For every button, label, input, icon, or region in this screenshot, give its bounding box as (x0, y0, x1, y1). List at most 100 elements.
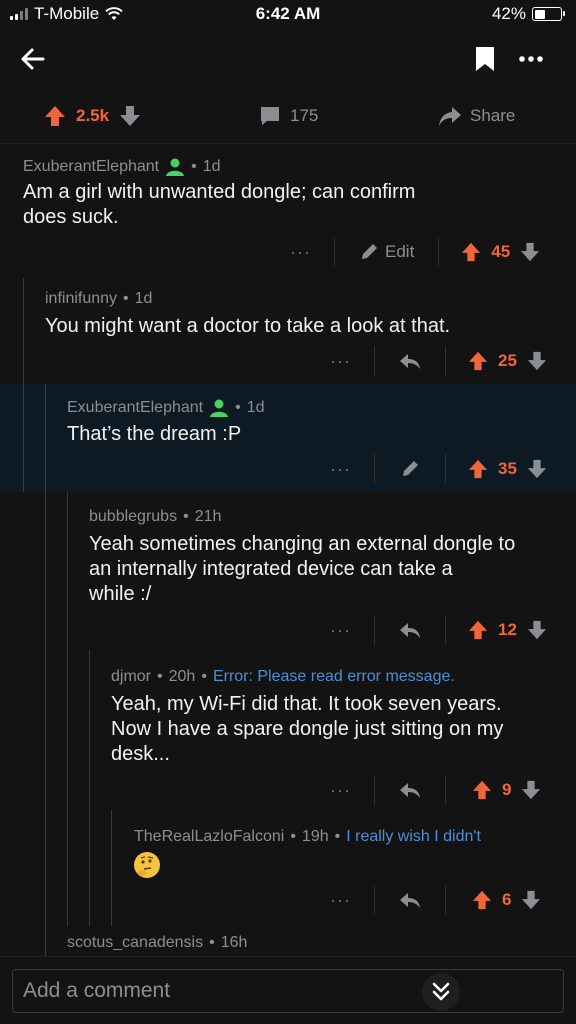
comment-score: 12 (498, 620, 517, 639)
op-user-icon (210, 399, 229, 417)
upvote-icon[interactable] (468, 619, 488, 641)
upvote-icon[interactable] (461, 241, 481, 263)
thread-line (45, 810, 46, 926)
comment-time: 16h (220, 934, 248, 951)
edit-label: Edit (385, 242, 415, 261)
comment-body: Yeah, my Wi-Fi did that. It took seven y… (111, 693, 504, 765)
downvote-icon[interactable] (527, 350, 547, 372)
battery-percent: 42% (491, 4, 526, 23)
upvote-icon[interactable] (468, 458, 488, 480)
share-label: Share (470, 106, 516, 125)
reply-icon[interactable] (399, 351, 421, 371)
more-options-button[interactable]: ··· (330, 890, 360, 911)
thread-line (45, 650, 46, 810)
comment-author[interactable]: scotus_canadensis (67, 934, 203, 952)
more-options-button[interactable]: ··· (290, 242, 320, 263)
battery-fill (534, 9, 545, 19)
thread-line (67, 650, 68, 810)
comment-score: 6 (502, 890, 512, 909)
comment-actions: ··· 35 (330, 454, 547, 484)
downvote-icon[interactable] (521, 889, 541, 911)
downvote-icon[interactable] (520, 241, 540, 263)
comment-meta: infinifunny • 1d (45, 290, 153, 308)
comment: bubblegrubs • 21h Yeah sometimes changin… (0, 492, 576, 650)
comment-body: Yeah sometimes changing an external dong… (89, 533, 516, 605)
post-score: 2.5k (76, 106, 110, 125)
arrow-left-icon[interactable] (16, 42, 50, 76)
comment-time: 19h (301, 828, 329, 845)
comment: djmor • 20h • Error: Please read error m… (0, 650, 576, 810)
more-options-button[interactable]: ··· (330, 780, 360, 801)
reply-icon[interactable] (399, 780, 421, 800)
comment: infinifunny • 1d You might want a doctor… (0, 278, 576, 384)
comment-score: 35 (498, 459, 517, 478)
comment-score: 25 (498, 351, 517, 370)
share-button[interactable]: Share (438, 104, 515, 128)
thread-line (45, 492, 46, 650)
comment-actions: ··· 12 (330, 615, 547, 645)
comment-author[interactable]: djmor (111, 668, 151, 686)
comment-time: 1d (134, 290, 153, 307)
comment-author[interactable]: ExuberantElephant (23, 158, 159, 176)
comment: TheRealLazloFalconi • 19h • I really wis… (0, 810, 576, 926)
comment-author[interactable]: TheRealLazloFalconi (134, 828, 284, 846)
comment-body: You might want a doctor to take a look a… (45, 315, 451, 337)
comment-meta: ExuberantElephant • 1d (67, 399, 265, 417)
comment-meta: bubblegrubs • 21h (89, 508, 222, 526)
comment-author[interactable]: ExuberantElephant (67, 399, 203, 417)
more-options-button[interactable]: ··· (330, 620, 360, 641)
thread-line (23, 384, 24, 492)
thread-line (67, 810, 68, 926)
top-nav (0, 30, 576, 86)
comment-actions: ··· 9 (330, 775, 541, 805)
upvote-icon[interactable] (44, 104, 66, 128)
share-icon (439, 107, 461, 126)
comment-composer (0, 956, 576, 1024)
comments-count-button[interactable]: 175 (258, 104, 318, 128)
bookmark-icon[interactable] (472, 44, 498, 74)
upvote-icon[interactable] (468, 350, 488, 372)
pencil-icon[interactable] (399, 459, 421, 479)
downvote-icon[interactable] (527, 458, 547, 480)
status-bar: T-Mobile 6:42 AM 42% (0, 0, 576, 30)
more-horizontal-icon[interactable] (516, 44, 546, 74)
comment-actions: ··· 6 (330, 885, 541, 915)
comment-meta: ExuberantElephant • 1d (23, 158, 221, 176)
more-options-button[interactable]: ··· (330, 351, 360, 372)
downvote-icon[interactable] (119, 104, 141, 128)
user-flair: Error: Please read error message. (212, 668, 455, 685)
clock: 6:42 AM (255, 4, 321, 23)
comment-time: 20h (168, 668, 196, 685)
comment-score: 45 (491, 242, 511, 261)
post-action-bar: 2.5k 175 Share (0, 92, 576, 144)
thread-line (23, 278, 24, 384)
thread-line (89, 810, 90, 926)
comment-author[interactable]: bubblegrubs (89, 508, 177, 526)
downvote-icon[interactable] (527, 619, 547, 641)
comment-author[interactable]: infinifunny (45, 290, 117, 308)
reply-icon[interactable] (399, 890, 421, 910)
comment-meta: TheRealLazloFalconi • 19h • I really wis… (134, 828, 481, 846)
chevrons-down-icon[interactable] (422, 973, 460, 1011)
comment-body: Am a girl with unwanted dongle; can conf… (23, 181, 416, 228)
downvote-icon[interactable] (521, 779, 541, 801)
upvote-icon[interactable] (472, 779, 492, 801)
comment: scotus_canadensis • 16h (0, 926, 576, 956)
thread-line (67, 492, 68, 650)
comment-meta: scotus_canadensis • 16h (67, 934, 248, 952)
comment-actions: ··· 25 (330, 346, 547, 376)
thread-line (45, 926, 46, 956)
comment-time: 1d (202, 158, 221, 175)
reply-icon[interactable] (399, 620, 421, 640)
thread-line (111, 810, 112, 926)
add-comment-input[interactable] (12, 969, 564, 1013)
thread-line (89, 650, 90, 810)
edit-button[interactable]: Edit (359, 242, 414, 262)
thread-line (45, 384, 46, 492)
battery-icon (532, 7, 565, 21)
op-user-icon (166, 158, 185, 176)
comments-count: 175 (290, 106, 319, 125)
upvote-icon[interactable] (472, 889, 492, 911)
more-options-button[interactable]: ··· (330, 459, 360, 480)
comment-actions: ··· Edit 45 (290, 237, 540, 267)
